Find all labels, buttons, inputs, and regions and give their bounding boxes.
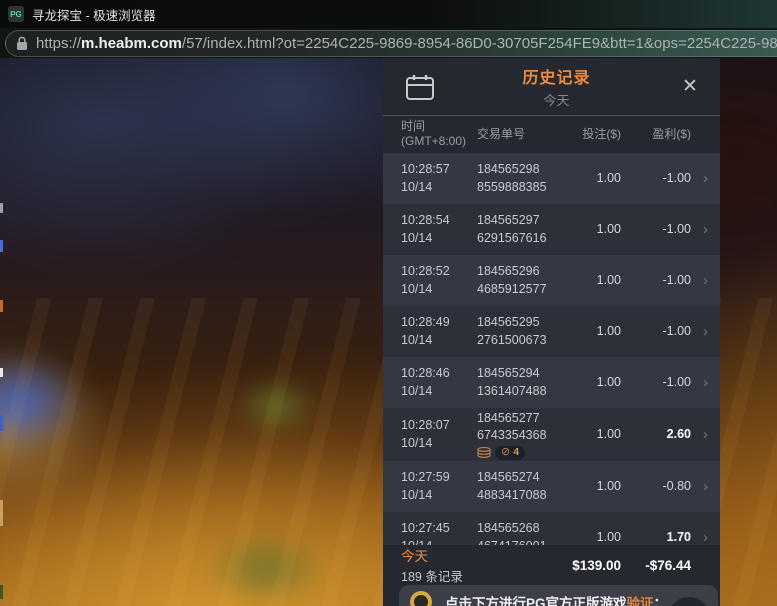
row-profit: 1.70 <box>621 529 691 547</box>
row-profit: -1.00 <box>621 374 691 392</box>
table-row[interactable]: 10:28:5410/14 1845652976291567616 1.00 -… <box>383 204 720 255</box>
game-ui-sliver <box>0 368 3 377</box>
row-time: 10:27:5910/14 <box>401 469 477 504</box>
url-path: /57/index.html?ot=2254C225-9869-8954-86D… <box>182 35 777 52</box>
col-txn: 交易单号 <box>477 127 571 142</box>
chevron-right-icon[interactable]: › <box>691 424 720 445</box>
table-row[interactable]: 10:28:0710/14 1845652776743354368 ⊘4 1.0… <box>383 408 720 461</box>
summary-total-profit: -$76.44 <box>621 558 691 573</box>
chevron-right-icon[interactable]: › <box>691 168 720 189</box>
row-txn: 1845652941361407488 <box>477 365 571 400</box>
verify-text: 点击下方进行PG官方正版游戏验证： <box>445 592 667 606</box>
free-spins-badge: ⊘4 <box>495 446 525 460</box>
history-panel: 历史记录 今天 ✕ 时间(GMT+8:00) 交易单号 投注($) 盈利($) … <box>383 58 720 606</box>
browser-titlebar: PG 寻龙探宝 - 极速浏览器 <box>0 0 777 28</box>
history-header: 历史记录 今天 ✕ <box>383 58 720 116</box>
pg-verify-bar[interactable]: 点击下方进行PG官方正版游戏验证： <box>399 585 718 606</box>
history-summary: 今天 189 条记录 $139.00 -$76.44 <box>383 545 720 585</box>
row-bet: 1.00 <box>571 529 621 547</box>
col-bet: 投注($) <box>571 127 621 142</box>
coins-stack-icon <box>477 447 491 459</box>
game-ui-sliver <box>0 203 3 213</box>
summary-left: 今天 189 条记录 <box>401 545 571 585</box>
row-txn: 1845652988559888385 <box>477 161 571 196</box>
row-time: 10:28:0710/14 <box>401 417 477 452</box>
row-profit: -1.00 <box>621 272 691 290</box>
row-profit: -1.00 <box>621 221 691 239</box>
row-time: 10:28:5410/14 <box>401 212 477 247</box>
pg-favicon-icon: PG <box>8 6 24 22</box>
lock-icon <box>16 36 28 51</box>
browser-window: PG 寻龙探宝 - 极速浏览器 https://m.heabm.com/57/i… <box>0 0 777 606</box>
row-time: 10:28:4910/14 <box>401 314 477 349</box>
table-row[interactable]: 10:28:5710/14 1845652988559888385 1.00 -… <box>383 153 720 204</box>
browser-url-row: https://m.heabm.com/57/index.html?ot=225… <box>0 28 777 58</box>
row-profit: -1.00 <box>621 170 691 188</box>
close-icon[interactable]: ✕ <box>678 75 702 98</box>
row-txn: 1845652976291567616 <box>477 212 571 247</box>
summary-label: 今天 <box>401 545 571 565</box>
summary-total-bet: $139.00 <box>571 558 621 573</box>
bonus-badges: ⊘4 <box>477 446 571 460</box>
url-text: https://m.heabm.com/57/index.html?ot=225… <box>36 35 777 52</box>
row-time: 10:28:5210/14 <box>401 263 477 298</box>
game-ui-sliver <box>0 585 3 599</box>
game-ui-sliver <box>0 415 3 431</box>
address-bar[interactable]: https://m.heabm.com/57/index.html?ot=225… <box>5 30 777 57</box>
row-bet: 1.00 <box>571 170 621 188</box>
history-title: 历史记录 <box>435 64 678 88</box>
chevron-right-icon[interactable]: › <box>691 372 720 393</box>
chevron-right-icon[interactable]: › <box>691 270 720 291</box>
table-row[interactable]: 10:28:4910/14 1845652952761500673 1.00 -… <box>383 306 720 357</box>
col-time: 时间(GMT+8:00) <box>401 119 477 149</box>
row-txn: 1845652964685912577 <box>477 263 571 298</box>
row-bet: 1.00 <box>571 323 621 341</box>
game-ui-sliver <box>0 300 3 312</box>
coin-slash-icon: ⊘ <box>501 445 510 460</box>
row-time: 10:28:5710/14 <box>401 161 477 196</box>
table-row[interactable]: 10:27:5910/14 1845652744883417088 1.00 -… <box>383 461 720 512</box>
row-bet: 1.00 <box>571 272 621 290</box>
history-rows: 10:28:5710/14 1845652988559888385 1.00 -… <box>383 153 720 606</box>
history-subtitle: 今天 <box>435 90 678 109</box>
row-bet: 1.00 <box>571 221 621 239</box>
url-host: m.heabm.com <box>81 35 182 52</box>
row-txn: 1845652744883417088 <box>477 469 571 504</box>
window-title: 寻龙探宝 - 极速浏览器 <box>32 5 156 24</box>
calendar-icon[interactable] <box>405 73 435 101</box>
row-bet: 1.00 <box>571 426 621 444</box>
badge-count: 4 <box>513 445 519 460</box>
history-title-block: 历史记录 今天 <box>435 64 678 109</box>
row-bet: 1.00 <box>571 374 621 392</box>
table-row[interactable]: 10:28:4610/14 1845652941361407488 1.00 -… <box>383 357 720 408</box>
chevron-right-icon[interactable]: › <box>691 219 720 240</box>
row-bet: 1.00 <box>571 478 621 496</box>
dark-coin-icon <box>668 597 710 606</box>
chevron-right-icon[interactable]: › <box>691 321 720 342</box>
col-profit: 盈利($) <box>621 127 691 142</box>
row-txn: 1845652952761500673 <box>477 314 571 349</box>
url-scheme: https:// <box>36 35 81 52</box>
verify-link[interactable]: 验证 <box>627 596 654 606</box>
row-profit: -0.80 <box>621 478 691 496</box>
row-profit: -1.00 <box>621 323 691 341</box>
game-ui-sliver <box>0 500 3 526</box>
table-row[interactable]: 10:28:5210/14 1845652964685912577 1.00 -… <box>383 255 720 306</box>
game-ui-sliver <box>0 240 3 252</box>
row-time: 10:28:4610/14 <box>401 365 477 400</box>
row-profit: 2.60 <box>621 426 691 444</box>
chevron-right-icon[interactable]: › <box>691 476 720 497</box>
pg-gold-badge-icon <box>410 591 432 606</box>
row-txn: 1845652776743354368 ⊘4 <box>477 410 571 460</box>
summary-count: 189 条记录 <box>401 566 571 585</box>
table-header: 时间(GMT+8:00) 交易单号 投注($) 盈利($) <box>383 116 720 152</box>
